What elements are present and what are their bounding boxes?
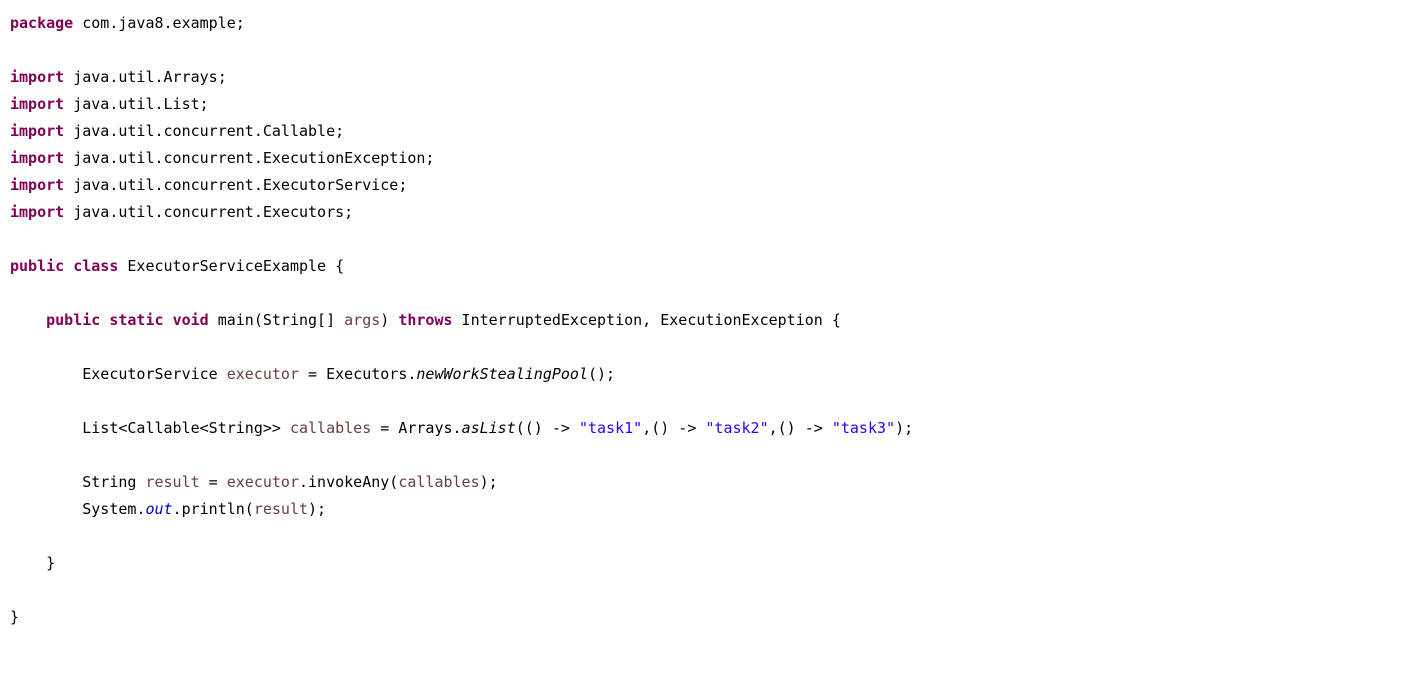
indent — [10, 365, 82, 383]
keyword-import: import — [10, 203, 64, 221]
paren: ); — [895, 419, 913, 437]
keyword-public: public — [10, 257, 64, 275]
var-callables: callables — [398, 473, 479, 491]
code-line-3: import java.util.Arrays; — [10, 64, 1410, 91]
string-task2: "task2" — [705, 419, 768, 437]
import-path: java.util.concurrent.Callable; — [64, 122, 344, 140]
keyword-import: import — [10, 95, 64, 113]
paren: ) — [380, 311, 398, 329]
package-path: com.java8.example; — [73, 14, 245, 32]
static-method: newWorkStealingPool — [416, 365, 588, 383]
code-block: package com.java8.example; import java.u… — [10, 10, 1410, 631]
keyword-import: import — [10, 122, 64, 140]
import-path: java.util.concurrent.ExecutorService; — [64, 176, 407, 194]
code-line-14: ExecutorService executor = Executors.new… — [10, 361, 1410, 388]
keyword-static: static — [109, 311, 163, 329]
keyword-void: void — [173, 311, 209, 329]
code-line-16: List<Callable<String>> callables = Array… — [10, 415, 1410, 442]
keyword-public: public — [46, 311, 100, 329]
code-line-11 — [10, 280, 1410, 307]
comma: ,() -> — [642, 419, 705, 437]
import-path: java.util.concurrent.Executors; — [64, 203, 353, 221]
code-line-18: String result = executor.invokeAny(calla… — [10, 469, 1410, 496]
keyword-import: import — [10, 68, 64, 86]
import-path: java.util.Arrays; — [64, 68, 227, 86]
println: .println( — [173, 500, 254, 518]
var-executor: executor — [227, 473, 299, 491]
var-result: result — [254, 500, 308, 518]
code-line-4: import java.util.List; — [10, 91, 1410, 118]
exceptions: InterruptedException, ExecutionException… — [453, 311, 841, 329]
code-line-23: } — [10, 604, 1410, 631]
paren: (() -> — [516, 419, 579, 437]
paren: ); — [480, 473, 498, 491]
code-line-9 — [10, 226, 1410, 253]
space — [100, 311, 109, 329]
import-path: java.util.concurrent.ExecutionException; — [64, 149, 434, 167]
assign: = — [200, 473, 227, 491]
static-method: asList — [462, 419, 516, 437]
code-line-13 — [10, 334, 1410, 361]
code-line-22 — [10, 577, 1410, 604]
string-task1: "task1" — [579, 419, 642, 437]
type: String — [82, 473, 145, 491]
indent — [10, 500, 82, 518]
code-line-17 — [10, 442, 1410, 469]
type: ExecutorService — [82, 365, 227, 383]
code-line-5: import java.util.concurrent.Callable; — [10, 118, 1410, 145]
keyword-class: class — [73, 257, 118, 275]
paren: ); — [308, 500, 326, 518]
var-executor: executor — [227, 365, 299, 383]
code-line-6: import java.util.concurrent.ExecutionExc… — [10, 145, 1410, 172]
code-line-2 — [10, 37, 1410, 64]
string-task3: "task3" — [832, 419, 895, 437]
assign: = Executors. — [299, 365, 416, 383]
method-signature: main(String[] — [209, 311, 344, 329]
code-line-7: import java.util.concurrent.ExecutorServ… — [10, 172, 1410, 199]
indent — [10, 311, 46, 329]
system: System. — [82, 500, 145, 518]
keyword-package: package — [10, 14, 73, 32]
indent — [10, 419, 82, 437]
keyword-throws: throws — [398, 311, 452, 329]
code-line-10: public class ExecutorServiceExample { — [10, 253, 1410, 280]
keyword-import: import — [10, 176, 64, 194]
code-line-8: import java.util.concurrent.Executors; — [10, 199, 1410, 226]
assign: = Arrays. — [371, 419, 461, 437]
code-line-19: System.out.println(result); — [10, 496, 1410, 523]
param-args: args — [344, 311, 380, 329]
method-call: .invokeAny( — [299, 473, 398, 491]
indent — [10, 473, 82, 491]
code-line-1: package com.java8.example; — [10, 10, 1410, 37]
var-result: result — [145, 473, 199, 491]
code-line-21: } — [10, 550, 1410, 577]
code-line-12: public static void main(String[] args) t… — [10, 307, 1410, 334]
static-out: out — [145, 500, 172, 518]
code-line-20 — [10, 523, 1410, 550]
space — [64, 257, 73, 275]
code-line-15 — [10, 388, 1410, 415]
import-path: java.util.List; — [64, 95, 209, 113]
keyword-import: import — [10, 149, 64, 167]
type: List<Callable<String>> — [82, 419, 290, 437]
class-name: ExecutorServiceExample { — [118, 257, 344, 275]
space — [164, 311, 173, 329]
paren: (); — [588, 365, 615, 383]
var-callables: callables — [290, 419, 371, 437]
comma: ,() -> — [769, 419, 832, 437]
